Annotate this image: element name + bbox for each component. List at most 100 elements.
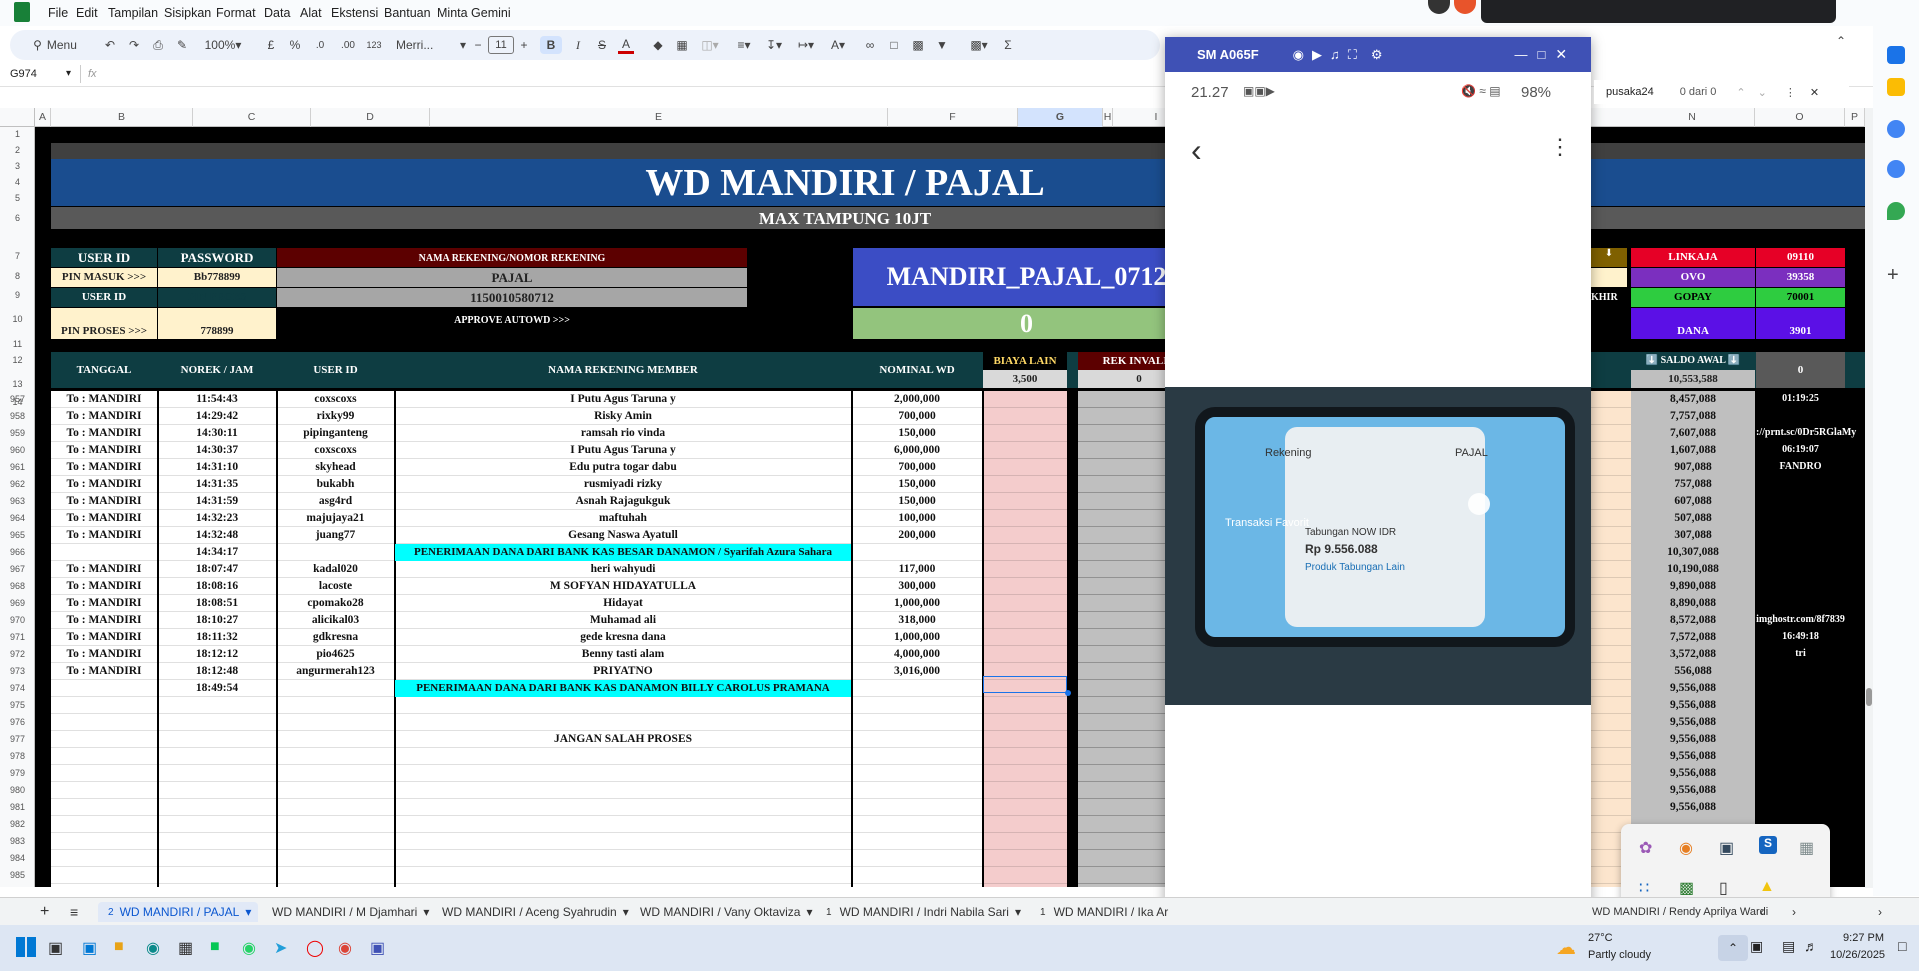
color-app-icon[interactable]: ◉ <box>1679 838 1693 858</box>
table-cell-nama[interactable]: rusmiyadi rizky <box>395 478 851 490</box>
weather-icon[interactable]: ☁ <box>1556 935 1576 960</box>
table-cell-saldo[interactable]: 9,556,088 <box>1631 801 1755 813</box>
menu-tools[interactable]: Alat <box>300 6 322 20</box>
table-cell-tanggal[interactable]: To : MANDIRI <box>51 529 157 541</box>
chrome-icon[interactable]: ◉ <box>338 938 352 958</box>
audio-icon[interactable]: ♫ <box>1330 47 1340 62</box>
find-prev-icon[interactable]: ⌃ <box>1736 86 1745 99</box>
tab-sheet[interactable]: WD MANDIRI / M Djamhari ▾ <box>272 902 429 922</box>
table-cell-saldo[interactable]: 9,556,088 <box>1631 699 1755 711</box>
menu-file[interactable]: File <box>48 6 68 20</box>
table-cell-nama[interactable]: I Putu Agus Taruna y <box>395 444 851 456</box>
tab-scroll-right-icon[interactable]: › <box>1792 902 1796 922</box>
table-cell-nominal[interactable]: 200,000 <box>852 529 982 541</box>
start-icon[interactable] <box>16 937 36 957</box>
row-number[interactable]: 978 <box>0 751 35 761</box>
col-header[interactable]: A <box>35 108 51 127</box>
table-cell-tanggal[interactable]: To : MANDIRI <box>51 410 157 422</box>
font-size-input[interactable]: 11 <box>488 36 514 54</box>
valign-icon[interactable]: ↧▾ <box>762 36 786 54</box>
tray-chevron-icon[interactable]: ⌃ <box>1718 935 1748 961</box>
number-format-button[interactable]: 123 <box>364 36 384 54</box>
table-cell-saldo[interactable]: 9,556,088 <box>1631 750 1755 762</box>
task-view-icon[interactable]: ▣ <box>48 938 63 958</box>
table-cell-saldo[interactable]: 8,457,088 <box>1631 393 1755 405</box>
table-cell-saldo[interactable]: 9,556,088 <box>1631 767 1755 779</box>
table-cell-saldo[interactable]: 607,088 <box>1631 495 1755 507</box>
more-options-icon[interactable]: ⋮ <box>1549 134 1571 160</box>
table-cell-nominal[interactable]: 3,016,000 <box>852 665 982 677</box>
tab-wd-mandiri-pajal[interactable]: 2 WD MANDIRI / PAJAL ▾ <box>98 902 258 922</box>
table-cell-nominal[interactable]: 2,000,000 <box>852 393 982 405</box>
tab-sheet[interactable]: WD MANDIRI / Rendy Aprilya Wardi <box>1592 902 1768 922</box>
table-cell-nominal[interactable]: 1,000,000 <box>852 597 982 609</box>
col-header[interactable]: P <box>1845 108 1865 127</box>
table-cell-o[interactable]: FANDRO <box>1756 461 1845 472</box>
s-app-icon[interactable]: S <box>1759 836 1777 854</box>
tab-sheet[interactable]: WD MANDIRI / Aceng Syahrudin ▾ <box>442 902 629 922</box>
fill-handle[interactable] <box>1065 690 1071 696</box>
table-cell-nama[interactable]: PRIYATNO <box>395 665 851 677</box>
table-cell-saldo[interactable]: 507,088 <box>1631 512 1755 524</box>
find-more-icon[interactable]: ⋮ <box>1785 86 1796 99</box>
feather-icon[interactable]: ✿ <box>1639 838 1652 858</box>
table-cell-nominal[interactable]: 117,000 <box>852 563 982 575</box>
decrease-decimal-button[interactable]: .0 <box>310 36 330 54</box>
table-cell-saldo[interactable]: 8,890,088 <box>1631 597 1755 609</box>
table-cell-jam[interactable]: 18:08:51 <box>158 597 276 609</box>
col-header[interactable]: O <box>1755 108 1845 127</box>
table-cell-saldo[interactable]: 9,556,088 <box>1631 682 1755 694</box>
table-cell-saldo[interactable]: 7,572,088 <box>1631 631 1755 643</box>
align-left-icon[interactable]: ≡▾ <box>732 36 756 54</box>
table-cell-o[interactable]: tri <box>1756 648 1845 659</box>
table-cell-jam[interactable]: 14:30:11 <box>158 427 276 439</box>
row-number[interactable]: 5 <box>0 193 35 203</box>
col-header[interactable]: H <box>1103 108 1113 127</box>
comment-icon[interactable]: □ <box>886 36 902 54</box>
paint-format-icon[interactable]: ✎ <box>174 36 190 54</box>
collapse-toolbar-icon[interactable]: ⌃ <box>1836 34 1846 48</box>
contacts-icon[interactable] <box>1887 160 1905 178</box>
table-cell-nama[interactable]: Edu putra togar dabu <box>395 461 851 473</box>
avatar[interactable] <box>1454 0 1476 14</box>
table-cell-nominal[interactable]: 6,000,000 <box>852 444 982 456</box>
table-cell-saldo[interactable]: 3,572,088 <box>1631 648 1755 660</box>
table-cell-tanggal[interactable]: To : MANDIRI <box>51 665 157 677</box>
avatar[interactable] <box>1428 0 1450 14</box>
table-cell-user[interactable]: lacoste <box>277 580 394 592</box>
table-cell-tanggal[interactable]: To : MANDIRI <box>51 614 157 626</box>
table-cell-saldo[interactable]: 9,556,088 <box>1631 784 1755 796</box>
borders-icon[interactable]: ▦ <box>674 36 690 54</box>
print-icon[interactable]: ⎙ <box>150 36 166 54</box>
select-all-corner[interactable] <box>0 108 35 127</box>
table-cell-jam[interactable]: 14:31:10 <box>158 461 276 473</box>
table-cell-o[interactable]: ://prnt.sc/0Dr5RGlaMy <box>1756 427 1856 438</box>
table-cell-saldo[interactable]: 7,607,088 <box>1631 427 1755 439</box>
selected-cell[interactable] <box>983 676 1067 693</box>
fill-color-icon[interactable]: ◆ <box>650 36 666 54</box>
table-cell-nominal[interactable]: 100,000 <box>852 512 982 524</box>
table-cell-nama[interactable]: heri wahyudi <box>395 563 851 575</box>
table-cell-jam[interactable]: 18:49:54 <box>158 682 276 694</box>
table-cell-tanggal[interactable]: To : MANDIRI <box>51 393 157 405</box>
screenshot-icon[interactable]: ◉ <box>1293 47 1304 63</box>
row-number[interactable]: 977 <box>0 734 35 744</box>
table-cell-jam[interactable]: 18:07:47 <box>158 563 276 575</box>
table-cell-nominal[interactable]: 150,000 <box>852 427 982 439</box>
store-icon[interactable]: ▦ <box>178 938 193 958</box>
shield-icon[interactable]: ▣ <box>1719 838 1734 858</box>
menu-insert[interactable]: Sisipkan <box>164 6 211 20</box>
table-cell-user[interactable]: cpomako28 <box>277 597 394 609</box>
table-cell-jam[interactable]: 11:54:43 <box>158 393 276 405</box>
col-header[interactable]: E <box>430 108 888 127</box>
table-cell-tanggal[interactable]: To : MANDIRI <box>51 580 157 592</box>
filter-icon[interactable]: ▼ <box>934 36 950 54</box>
row-number[interactable]: 13 <box>0 379 35 389</box>
table-cell-saldo[interactable]: 10,190,088 <box>1631 563 1755 575</box>
table-cell-nama[interactable]: ramsah rio vinda <box>395 427 851 439</box>
table-cell-tanggal[interactable]: To : MANDIRI <box>51 597 157 609</box>
strikethrough-button[interactable]: S <box>594 36 610 54</box>
tab-sheet[interactable]: WD MANDIRI / Vany Oktaviza ▾ <box>640 902 813 922</box>
table-cell-nama[interactable]: Risky Amin <box>395 410 851 422</box>
table-cell-jam[interactable]: 18:08:16 <box>158 580 276 592</box>
